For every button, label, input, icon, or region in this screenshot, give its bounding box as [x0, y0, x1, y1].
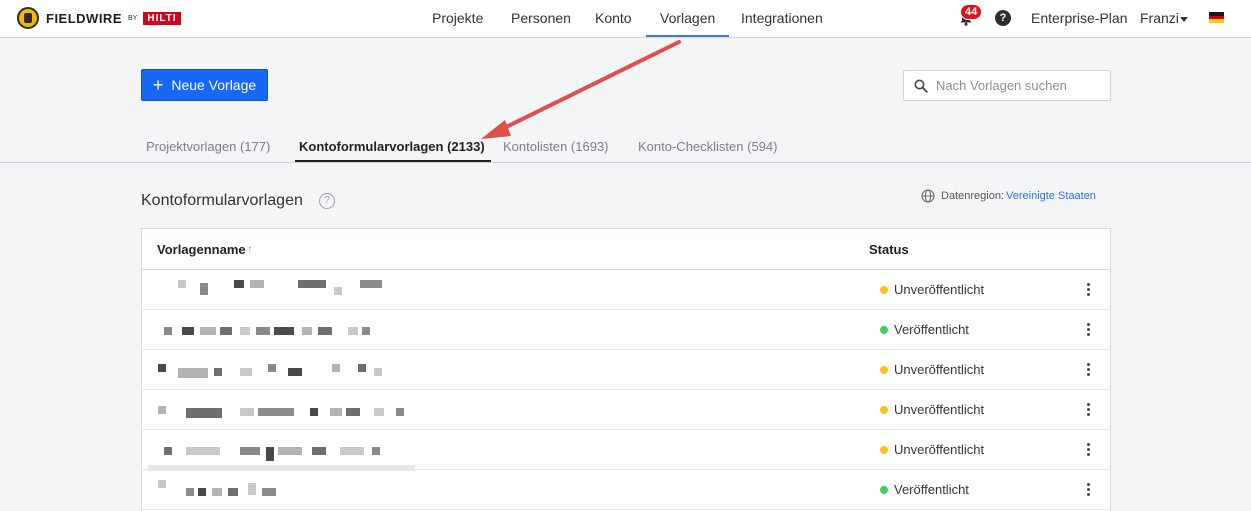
- status-cell: Unveröffentlicht: [880, 362, 984, 377]
- horizontal-scrollbar[interactable]: [148, 465, 415, 471]
- column-header-status[interactable]: Status: [869, 242, 909, 257]
- status-label: Unveröffentlicht: [894, 402, 985, 417]
- status-dot-icon: [880, 445, 888, 454]
- kebab-menu-icon[interactable]: [1082, 283, 1094, 297]
- redacted-template-name[interactable]: [156, 360, 416, 380]
- plus-icon: +: [152, 75, 164, 95]
- status-label: Veröffentlicht: [894, 322, 969, 337]
- nav-item-integrationen[interactable]: Integrationen: [741, 10, 823, 26]
- status-cell: Unveröffentlicht: [880, 442, 984, 457]
- status-dot-icon: [880, 485, 888, 494]
- status-dot-icon: [880, 285, 888, 294]
- kebab-menu-icon[interactable]: [1082, 363, 1094, 377]
- nav-item-personen[interactable]: Personen: [511, 10, 571, 26]
- info-icon[interactable]: ?: [319, 193, 335, 209]
- tabs-divider: [0, 162, 1251, 163]
- status-cell: Unveröffentlicht: [880, 402, 984, 417]
- status-cell: Veröffentlicht: [880, 322, 969, 337]
- help-icon[interactable]: ?: [995, 10, 1011, 26]
- template-search[interactable]: [903, 70, 1111, 101]
- tab-kontoformularvorlagen[interactable]: Kontoformularvorlagen (2133): [295, 139, 491, 162]
- user-menu[interactable]: Franzi: [1140, 10, 1179, 26]
- status-label: Unveröffentlicht: [894, 442, 985, 457]
- status-dot-icon: [880, 405, 888, 414]
- partner-logo: HILTI: [143, 11, 181, 25]
- status-dot-icon: [880, 325, 888, 334]
- plan-label[interactable]: Enterprise-Plan: [1031, 10, 1128, 26]
- tab-projektvorlagen[interactable]: Projektvorlagen (177): [146, 139, 270, 154]
- brand-logo[interactable]: FIELDWIRE BY HILTI: [17, 7, 181, 29]
- table-row[interactable]: Unveröffentlicht: [142, 430, 1110, 470]
- tab-kontolisten[interactable]: Kontolisten (1693): [503, 139, 609, 154]
- redacted-template-name[interactable]: [156, 440, 416, 461]
- column-header-name[interactable]: Vorlagenname: [157, 242, 246, 257]
- top-navigation-bar: FIELDWIRE BY HILTI Projekte Personen Kon…: [0, 0, 1251, 38]
- nav-item-projekte[interactable]: Projekte: [432, 10, 483, 26]
- table-row[interactable]: Unveröffentlicht: [142, 270, 1110, 310]
- table-row[interactable]: Unveröffentlicht: [142, 390, 1110, 430]
- globe-icon: [921, 189, 935, 203]
- search-input[interactable]: [936, 71, 1106, 100]
- brand-name: FIELDWIRE: [46, 10, 122, 26]
- sort-arrow-up-icon[interactable]: ↑: [247, 242, 253, 256]
- nav-item-vorlagen[interactable]: Vorlagen: [645, 10, 730, 37]
- status-cell: Unveröffentlicht: [880, 282, 984, 297]
- table-row[interactable]: Veröffentlicht: [142, 470, 1110, 510]
- notification-count-badge[interactable]: 44: [960, 4, 983, 20]
- status-dot-icon: [880, 365, 888, 374]
- status-label: Unveröffentlicht: [894, 282, 985, 297]
- data-region-link[interactable]: Vereinigte Staaten: [1006, 190, 1096, 202]
- chevron-down-icon[interactable]: [1180, 17, 1188, 22]
- fieldwire-logo-icon: [17, 7, 39, 29]
- redacted-template-name[interactable]: [156, 400, 416, 420]
- redacted-template-name[interactable]: [156, 320, 416, 340]
- search-icon: [914, 79, 928, 93]
- data-region-label: Datenregion:: [941, 190, 1004, 202]
- status-label: Unveröffentlicht: [894, 362, 985, 377]
- new-template-button[interactable]: + Neue Vorlage: [141, 69, 268, 101]
- redacted-template-name[interactable]: [156, 280, 416, 300]
- status-cell: Veröffentlicht: [880, 482, 969, 497]
- table-header: Vorlagenname ↑ Status: [142, 229, 1110, 270]
- redacted-template-name[interactable]: [156, 480, 416, 500]
- new-template-label: Neue Vorlage: [171, 77, 257, 93]
- status-label: Veröffentlicht: [894, 482, 969, 497]
- kebab-menu-icon[interactable]: [1082, 403, 1094, 417]
- brand-by: BY: [128, 14, 138, 22]
- tab-konto-checklisten[interactable]: Konto-Checklisten (594): [638, 139, 777, 154]
- kebab-menu-icon[interactable]: [1082, 443, 1094, 457]
- kebab-menu-icon[interactable]: [1082, 483, 1094, 497]
- table-row[interactable]: Veröffentlicht: [142, 310, 1110, 350]
- data-region: Datenregion: Vereinigte Staaten: [921, 189, 1096, 203]
- german-flag-icon[interactable]: [1209, 12, 1224, 23]
- section-title: Kontoformularvorlagen: [141, 192, 303, 209]
- kebab-menu-icon[interactable]: [1082, 323, 1094, 337]
- table-row[interactable]: Unveröffentlicht: [142, 350, 1110, 390]
- nav-item-konto[interactable]: Konto: [595, 10, 632, 26]
